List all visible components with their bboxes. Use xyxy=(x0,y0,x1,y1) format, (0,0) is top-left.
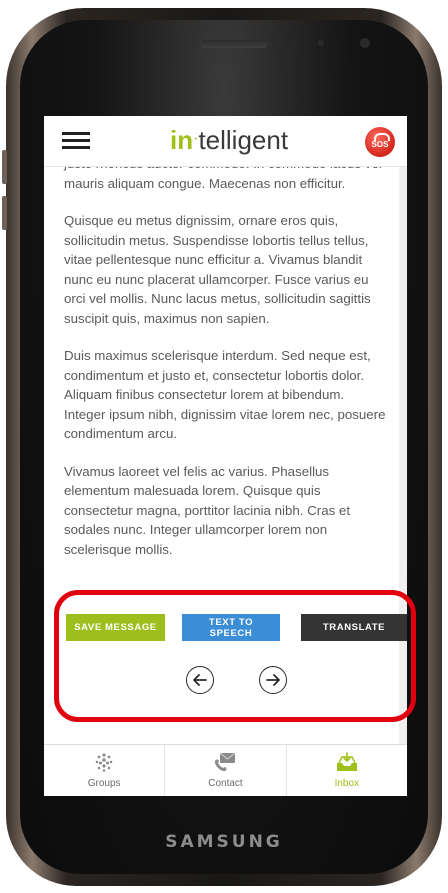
message-paragraph: Quisque eu metus dignissim, ornare eros … xyxy=(64,213,371,326)
earpiece-speaker xyxy=(200,40,268,48)
sos-button[interactable]: SOS xyxy=(365,127,395,157)
app-logo: in·telligent xyxy=(170,125,288,156)
volume-up-button xyxy=(2,150,7,184)
inbox-icon xyxy=(336,752,357,771)
tab-groups[interactable]: Groups xyxy=(44,745,166,796)
message-paragraph: Duis maximus scelerisque interdum. Sed n… xyxy=(64,348,386,441)
groups-icon xyxy=(95,753,113,772)
actions-highlight-box xyxy=(54,590,416,722)
contact-icon xyxy=(215,752,236,772)
logo-suffix: telligent xyxy=(198,125,289,155)
logo-dot: · xyxy=(193,130,199,147)
device-brand: SAMSUNG xyxy=(165,832,283,852)
volume-down-button xyxy=(2,196,7,230)
message-paragraph: justo rhoncus auctor commodo. In commodo… xyxy=(64,166,382,191)
tab-label: Inbox xyxy=(334,778,360,789)
app-header: in·telligent SOS xyxy=(44,116,407,167)
message-paragraph: Vivamus laoreet vel felis ac varius. Pha… xyxy=(64,463,351,557)
proximity-sensor xyxy=(318,40,324,46)
front-camera xyxy=(360,38,370,48)
logo-prefix: in xyxy=(170,125,194,155)
tab-label: Contact xyxy=(208,778,243,789)
bottom-tab-bar: Groups Contact Inbox xyxy=(44,744,407,796)
menu-icon[interactable] xyxy=(62,132,90,150)
tab-inbox[interactable]: Inbox xyxy=(287,745,407,796)
tab-contact[interactable]: Contact xyxy=(165,745,287,796)
tab-label: Groups xyxy=(87,778,121,789)
